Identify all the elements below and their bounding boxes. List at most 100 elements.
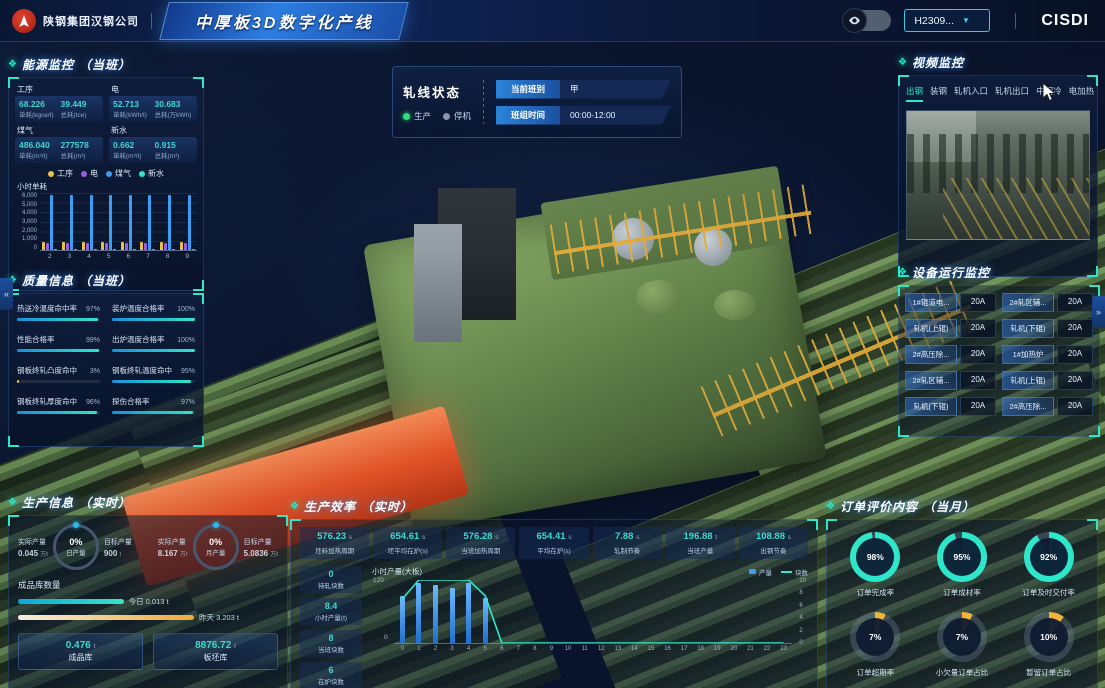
energy-value: 30.683: [155, 99, 194, 109]
bar: [164, 243, 167, 250]
quality-progress-fill: [17, 349, 99, 352]
chart-line: [394, 580, 792, 643]
bar-group: [82, 193, 97, 250]
eye-icon: [842, 8, 867, 33]
y-axis-max: 120: [373, 577, 384, 584]
diamond-icon: ❖: [8, 59, 17, 70]
efficiency-stat-value: 7.88 s: [595, 531, 660, 542]
shift-selector-dropdown[interactable]: H2309... ▼: [904, 9, 990, 32]
panel-title-suffix: （实时）: [361, 498, 413, 515]
actual-output-column: 实际产量0.045 万t: [18, 537, 48, 558]
camera-feed[interactable]: [906, 110, 1090, 240]
device-label: 2#轧区辅...: [1002, 293, 1054, 312]
quality-metric: 出炉温度合格率100%: [112, 334, 195, 352]
left-panel-collapse-button[interactable]: «: [0, 278, 13, 310]
feed-railing: [943, 178, 1089, 239]
panel-title: 能源监控: [22, 56, 74, 73]
quality-metric-header: 探伤合格率97%: [112, 396, 195, 407]
quality-metric-value: 97%: [83, 306, 100, 313]
diamond-icon: ❖: [826, 501, 835, 512]
energy-card-name: 工序: [17, 84, 103, 95]
quality-progress-track: [112, 411, 195, 414]
production-gauge: 实际产量0.045 万t0%日产量目标产量900 t: [18, 524, 132, 570]
bar: [86, 243, 89, 250]
target-output-value: 900 t: [104, 549, 132, 558]
quality-progress-track: [17, 411, 100, 414]
bar: [94, 249, 97, 250]
order-gauge-label: 订单成材率: [943, 587, 981, 598]
right-panel-collapse-button[interactable]: »: [1092, 296, 1105, 328]
line-status-field-value: 甲: [560, 80, 671, 99]
efficiency-side-stat: 6在炉块数: [300, 662, 362, 688]
x-tick-label: 13: [610, 646, 627, 652]
quality-progress-fill: [112, 318, 195, 321]
bar: [113, 249, 116, 250]
y-tick-label: 2,000: [15, 228, 37, 234]
x-tick-label: 3: [444, 646, 461, 652]
bar: [168, 195, 171, 250]
panel-title-suffix: （当班）: [79, 272, 131, 289]
device-label: 1#辊道电...: [905, 293, 957, 312]
bar: [46, 243, 49, 250]
legend-item: 新水: [139, 168, 164, 179]
panel-title-suffix: （当月）: [923, 498, 975, 515]
efficiency-stat-card: 7.88 s轧制节奏: [593, 527, 662, 559]
visibility-toggle[interactable]: [843, 10, 891, 31]
energy-unit: 总耗(tce): [61, 109, 100, 119]
camera-tab-装钢[interactable]: 装钢: [930, 85, 947, 102]
order-donut-value: 7%: [943, 618, 981, 656]
device-row: 1#辊道电...20A: [905, 293, 996, 312]
bar: [90, 195, 93, 250]
bar: [109, 195, 112, 250]
order-donut-value: 95%: [943, 538, 981, 576]
camera-tab-电加热[interactable]: 电加热: [1069, 85, 1095, 102]
chevron-down-icon: ▼: [962, 16, 970, 25]
legend-bars: 产量: [749, 567, 772, 577]
header-divider: [151, 13, 152, 29]
x-tick-label: 5: [477, 646, 494, 652]
efficiency-stat-label: 当班产量: [668, 545, 733, 555]
status-legend-label: 停机: [454, 110, 471, 122]
bar-group: [42, 193, 57, 250]
x-tick-label: 9: [543, 646, 560, 652]
camera-tab-出钢[interactable]: 出钢: [906, 85, 923, 102]
energy-value: 52.713: [113, 99, 152, 109]
order-gauge-label: 暂留订单占比: [1026, 667, 1071, 678]
x-tick-label: 6: [493, 646, 510, 652]
actual-output-value: 8.167 万t: [158, 549, 188, 558]
target-output-value: 5.0836 万t: [244, 549, 278, 558]
panel-title: 质量信息: [22, 272, 74, 289]
camera-tab-轧机入口[interactable]: 轧机入口: [954, 85, 988, 102]
quality-metric-value: 99%: [83, 337, 100, 344]
device-row: 轧机(下辊)20A: [1002, 319, 1093, 338]
right-axis-ticks: 1086420: [799, 578, 806, 646]
energy-unit: 总耗(m³): [155, 150, 194, 160]
x-tick-label: 16: [659, 646, 676, 652]
order-gauge: 95% 订单成材率: [922, 532, 1003, 598]
inventory-box-label: 成品库: [69, 652, 93, 663]
y-tick-label: 5,000: [15, 202, 37, 208]
diamond-icon: ❖: [898, 57, 907, 68]
bar: [62, 242, 65, 250]
efficiency-stat-unit: s: [636, 534, 639, 541]
inventory-box-unit: t: [94, 643, 96, 650]
quality-metrics-grid: 热送冷温度命中率97%装炉温度合格率100%性能合格率99%出炉温度合格率100…: [17, 303, 195, 414]
top-header-bar: 陕钢集团汉钢公司 中厚板3D数字化产线 H2309... ▼ CISDI: [0, 0, 1105, 42]
x-tick-label: 2: [48, 253, 52, 260]
efficiency-stat-unit: s: [568, 534, 571, 541]
device-row: 1#加热炉20A: [1002, 345, 1093, 364]
energy-bar-chart: 6,0005,0004,0003,0002,0001,0000: [15, 193, 197, 251]
inventory-box-label: 板坯库: [204, 652, 228, 663]
efficiency-stat-unit: s: [422, 534, 425, 541]
quality-metric-label: 出炉温度合格率: [112, 334, 165, 345]
side-stat-label: 待轧块数: [302, 580, 360, 590]
device-row: 2#高压除...20A: [905, 345, 996, 364]
x-tick-label: 11: [576, 646, 593, 652]
quality-metric-value: 96%: [83, 399, 100, 406]
camera-tab-轧机出口[interactable]: 轧机出口: [995, 85, 1029, 102]
chart-legend: 产量块数: [749, 567, 808, 577]
order-gauge-label: 小欠量订单占比: [936, 667, 989, 678]
order-donut-value: 10%: [1030, 618, 1068, 656]
side-stat-value: 0: [302, 569, 360, 579]
panel-title: 生产效率: [304, 498, 356, 515]
